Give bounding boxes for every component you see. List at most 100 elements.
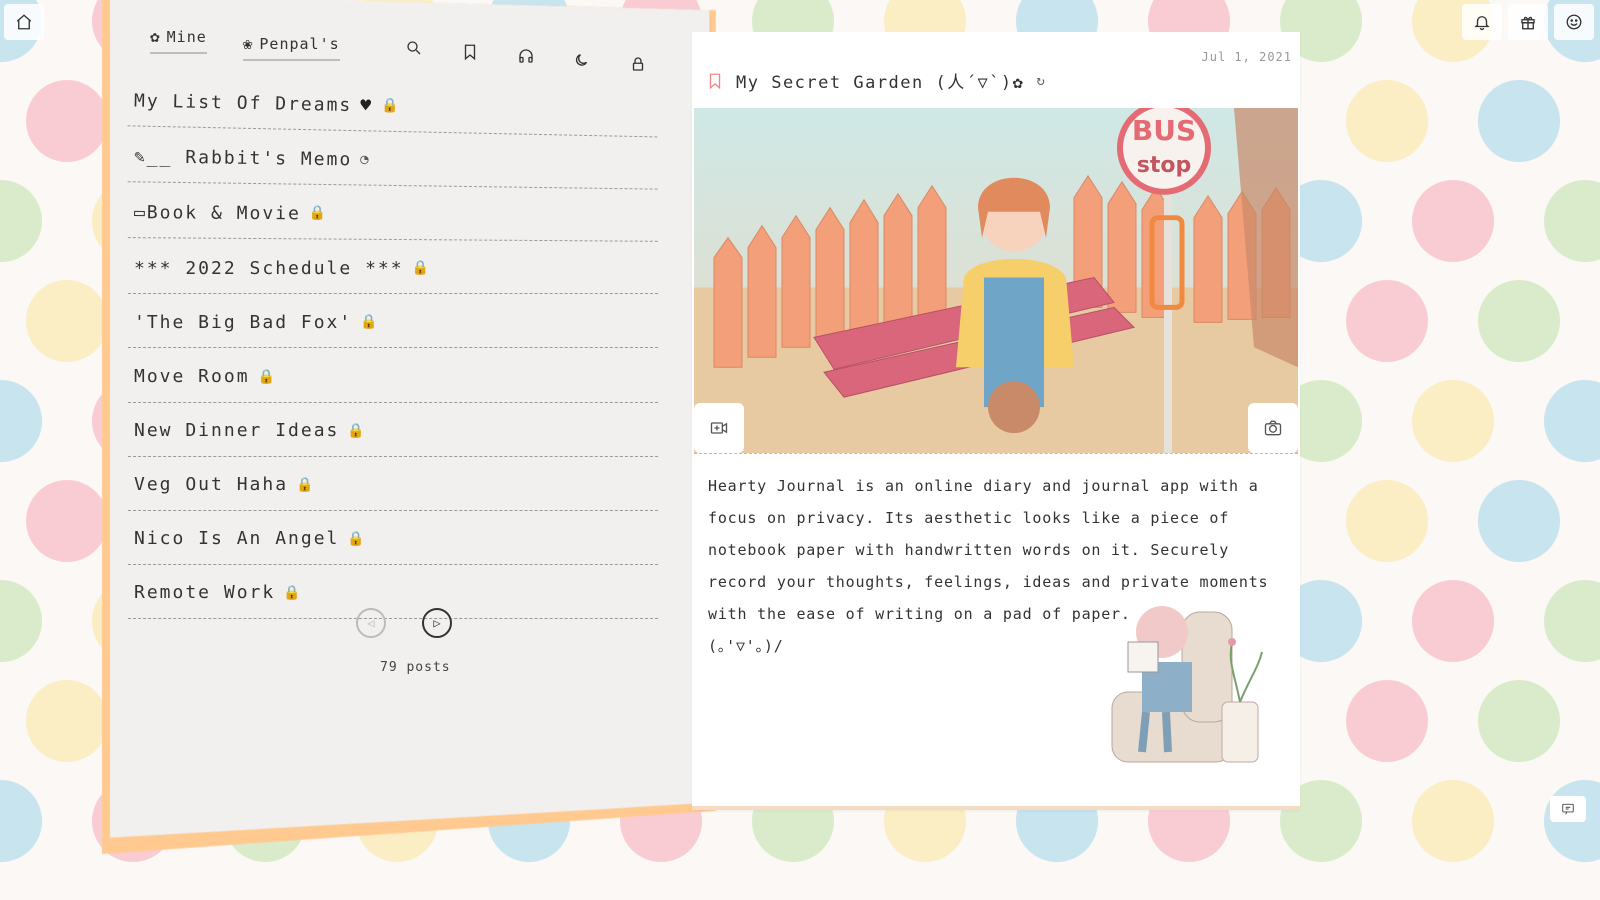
lock-icon: 🔒 xyxy=(411,260,432,277)
post-title-text: Remote Work xyxy=(134,582,276,604)
bus-stop-illustration: BUS stop xyxy=(694,108,1298,453)
reading-girl-illustration xyxy=(1111,606,1263,763)
post-title-row: My Secret Garden (人´▽`)✿ ↻ xyxy=(706,68,1046,93)
background-dot xyxy=(1544,380,1600,462)
background-dot xyxy=(0,180,42,262)
background-dot xyxy=(0,780,42,862)
sync-icon[interactable]: ↻ xyxy=(1036,73,1046,89)
background-dot xyxy=(26,80,108,162)
post-title-text: Nico Is An Angel xyxy=(134,528,340,550)
lock-icon: 🔒 xyxy=(347,422,367,439)
notifications-button[interactable] xyxy=(1462,4,1502,40)
bookmark-button[interactable] xyxy=(460,42,480,62)
background-dot xyxy=(1346,680,1428,762)
background-dot xyxy=(1346,480,1428,562)
heart-icon: ♥ xyxy=(360,94,374,116)
background-dot xyxy=(1544,180,1600,262)
profile-button[interactable] xyxy=(1554,4,1594,40)
post-title-text: 'The Big Bad Fox' xyxy=(134,311,353,333)
list-item[interactable]: Move Room 🔒 xyxy=(128,351,668,403)
list-item[interactable]: Veg Out Haha 🔒 xyxy=(128,459,668,511)
background-dot xyxy=(26,480,108,562)
post-title-text: Move Room xyxy=(134,366,250,387)
background-dot xyxy=(26,280,108,362)
post-date: Jul 1, 2021 xyxy=(1201,50,1292,64)
post-detail-page: Jul 1, 2021 My Secret Garden (人´▽`)✿ ↻ B… xyxy=(692,32,1300,810)
gift-button[interactable] xyxy=(1508,4,1548,40)
shared-icon: ◔ xyxy=(360,151,371,168)
cloud-flower-icon: ❀ xyxy=(242,34,254,53)
bookmark-icon xyxy=(464,44,476,61)
post-title-text: Veg Out Haha xyxy=(134,474,289,496)
lock-icon: 🔒 xyxy=(380,97,401,115)
home-icon xyxy=(16,14,32,30)
lock-icon: 🔒 xyxy=(283,584,303,601)
post-title-text: *** 2022 Schedule *** xyxy=(134,257,404,279)
background-dot xyxy=(1346,80,1428,162)
list-item[interactable]: New Dinner Ideas 🔒 xyxy=(128,405,668,457)
search-button[interactable] xyxy=(404,38,424,58)
dark-mode-button[interactable] xyxy=(572,50,592,70)
gift-icon xyxy=(1521,16,1535,30)
list-divider xyxy=(128,347,658,349)
background-dot xyxy=(1412,180,1494,262)
sign-text-bottom: stop xyxy=(1137,153,1191,178)
music-button[interactable] xyxy=(516,46,536,66)
list-divider xyxy=(128,401,658,403)
post-tabs: ✿ Mine ❀ Penpal's xyxy=(150,20,340,61)
background-dot xyxy=(0,380,42,462)
pagination: ◁ ▷ xyxy=(356,608,452,638)
tab-mine-label: Mine xyxy=(166,27,207,46)
background-dot xyxy=(1346,280,1428,362)
lock-icon: 🔒 xyxy=(308,205,329,222)
background-dot xyxy=(1478,480,1560,562)
lock-icon xyxy=(632,57,644,71)
camera-icon xyxy=(1264,420,1282,436)
list-item[interactable]: 'The Big Bad Fox' 🔒 xyxy=(128,296,668,349)
home-button[interactable] xyxy=(4,4,44,40)
feedback-button[interactable] xyxy=(1550,796,1586,822)
post-title-text: My List Of Dreams xyxy=(133,89,353,116)
background-dot xyxy=(1478,680,1560,762)
toolbar xyxy=(404,38,648,74)
add-video-icon xyxy=(710,422,728,434)
sign-text-top: BUS xyxy=(1132,114,1196,147)
search-icon xyxy=(407,41,421,55)
list-item[interactable]: ✎__ Rabbit's Memo ◔ xyxy=(127,130,669,190)
list-item[interactable]: Nico Is An Angel 🔒 xyxy=(128,513,668,565)
list-item[interactable]: *** 2022 Schedule *** 🔒 xyxy=(128,242,668,295)
moon-icon xyxy=(575,54,588,66)
cover-image: BUS stop xyxy=(694,108,1298,454)
add-video-button[interactable] xyxy=(694,403,744,453)
background-dot xyxy=(1478,280,1560,362)
list-item[interactable]: ▭Book & Movie 🔒 xyxy=(127,186,668,243)
lock-icon: 🔒 xyxy=(360,314,380,331)
background-dot xyxy=(1544,580,1600,662)
change-cover-button[interactable] xyxy=(1248,403,1298,453)
list-divider xyxy=(128,455,658,457)
prev-page-button[interactable]: ◁ xyxy=(356,608,386,638)
post-title: My Secret Garden (人´▽`)✿ xyxy=(736,73,1025,93)
lock-icon: 🔒 xyxy=(347,530,367,547)
lock-icon: 🔒 xyxy=(257,368,277,385)
list-divider xyxy=(128,563,658,565)
lock-icon: 🔒 xyxy=(296,476,316,493)
background-dot xyxy=(1412,380,1494,462)
post-title-text: ▭Book & Movie xyxy=(133,201,301,225)
next-page-button[interactable]: ▷ xyxy=(422,608,452,638)
post-emoticon: (｡'▽'｡)/ xyxy=(708,637,784,655)
tab-penpals-label: Penpal's xyxy=(259,34,340,53)
post-count: 79 posts xyxy=(380,660,451,675)
smiley-icon xyxy=(1566,14,1582,30)
lock-button[interactable] xyxy=(628,54,648,74)
background-dot xyxy=(26,680,108,762)
background-dot xyxy=(1478,80,1560,162)
bookmark-icon[interactable] xyxy=(706,71,724,91)
flower-icon: ✿ xyxy=(150,27,161,46)
headphones-icon xyxy=(519,49,533,63)
bell-icon xyxy=(1474,16,1490,31)
tab-penpals[interactable]: ❀ Penpal's xyxy=(242,34,340,61)
tab-mine[interactable]: ✿ Mine xyxy=(150,27,207,54)
chat-icon xyxy=(1562,803,1574,815)
background-dot xyxy=(0,580,42,662)
